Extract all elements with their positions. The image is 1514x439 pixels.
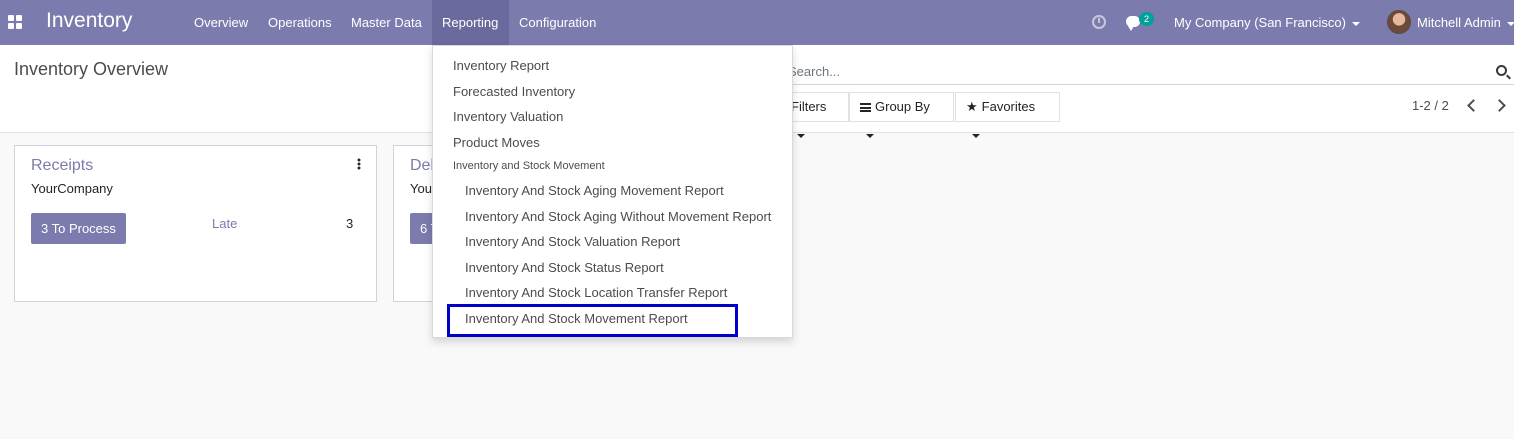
favorites-label: Favorites [981,99,1036,114]
late-count: 3 [346,216,354,231]
menu-item-valuation-report[interactable]: Inventory And Stock Valuation Report [465,234,680,249]
menu-operations[interactable]: Operations [258,0,342,45]
chevron-down-icon [866,133,874,138]
chevron-down-icon [1351,21,1360,26]
reporting-dropdown-menu: Inventory Report Forecasted Inventory In… [432,45,793,338]
chat-count-badge: 2 [1139,12,1154,26]
chevron-down-icon [797,133,805,138]
search-box [780,57,1514,85]
menu-item-status-report[interactable]: Inventory And Stock Status Report [465,260,664,275]
chat-icon[interactable] [1126,16,1140,31]
pager-previous-icon[interactable] [1465,96,1479,116]
activity-clock-icon[interactable] [1092,15,1106,29]
menu-item-location-transfer-report[interactable]: Inventory And Stock Location Transfer Re… [465,285,727,300]
company-switcher[interactable]: My Company (San Francisco) [1174,0,1360,45]
card-company: YourCompany [31,181,113,196]
apps-menu-icon[interactable] [8,15,22,29]
pager-next-icon[interactable] [1493,96,1507,116]
star-icon: ★ [966,99,978,114]
favorites-button[interactable]: ★ Favorites [955,92,1060,138]
late-link[interactable]: Late [212,216,237,231]
highlight-annotation-box [447,304,738,337]
kebab-menu-icon[interactable] [357,158,361,170]
chevron-down-icon [972,133,980,138]
page-title: Inventory Overview [14,59,169,79]
user-avatar[interactable] [1387,10,1411,34]
chevron-down-icon [1506,21,1514,26]
company-name: My Company (San Francisco) [1174,15,1346,30]
menu-section-header: Inventory and Stock Movement [453,160,605,172]
menu-master-data[interactable]: Master Data [341,0,432,45]
pager-value[interactable]: 1-2 / 2 [1412,98,1449,113]
menu-configuration[interactable]: Configuration [509,0,606,45]
group-by-button[interactable]: Group By [849,92,954,138]
top-navbar: Inventory Overview Operations Master Dat… [0,0,1514,45]
menu-item-forecasted-inventory[interactable]: Forecasted Inventory [453,84,575,99]
app-title[interactable]: Inventory [46,9,132,33]
menu-item-aging-movement-report[interactable]: Inventory And Stock Aging Movement Repor… [465,183,724,198]
filters-label: Filters [791,99,827,114]
to-process-button[interactable]: 3 To Process [31,213,126,244]
search-input[interactable] [780,57,1480,85]
menu-item-product-moves[interactable]: Product Moves [453,135,540,150]
kanban-card-receipts: Receipts YourCompany 3 To Process Late 3 [14,145,377,302]
menu-item-inventory-report[interactable]: Inventory Report [453,58,549,73]
card-title[interactable]: Receipts [31,157,93,175]
menu-item-aging-without-movement-report[interactable]: Inventory And Stock Aging Without Moveme… [465,209,771,224]
menu-overview[interactable]: Overview [184,0,258,45]
user-name: Mitchell Admin [1417,15,1501,30]
bars-icon [860,103,871,113]
menu-item-inventory-valuation[interactable]: Inventory Valuation [453,109,563,124]
group-by-label: Group By [875,99,930,114]
menu-reporting[interactable]: Reporting [432,0,509,45]
user-menu[interactable]: Mitchell Admin [1417,0,1514,45]
search-icon[interactable] [1496,65,1507,76]
